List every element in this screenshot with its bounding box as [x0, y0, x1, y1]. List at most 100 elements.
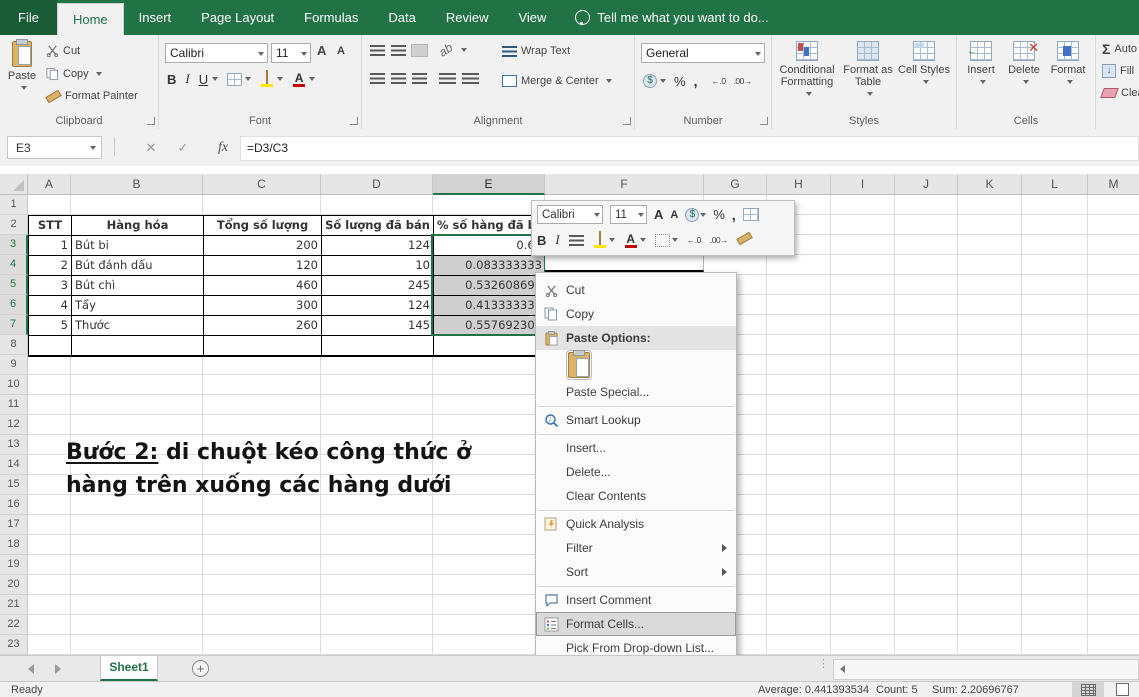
table-header-so-luong-da-ban[interactable]: Số lượng đã bán — [322, 216, 434, 236]
table-cell[interactable]: 2 — [29, 256, 72, 276]
table-cell[interactable]: 0.083333333 — [434, 256, 546, 276]
table-cell[interactable]: 145 — [322, 316, 434, 336]
underline-button[interactable]: U — [199, 72, 208, 87]
mini-fill-color-button[interactable] — [593, 232, 607, 248]
table-cell[interactable]: 0.557692308 — [434, 316, 546, 336]
tab-page-layout[interactable]: Page Layout — [186, 0, 289, 35]
number-dialog-launcher[interactable] — [760, 117, 768, 125]
table-cell[interactable]: 300 — [204, 296, 322, 316]
row-header-11[interactable]: 11 — [0, 395, 28, 415]
row-header-22[interactable]: 22 — [0, 615, 28, 635]
table-cell[interactable]: Thước — [72, 316, 204, 336]
cell-styles-button[interactable]: Cell Styles — [898, 39, 950, 111]
page-layout-view-button[interactable] — [1106, 682, 1138, 697]
column-header-e[interactable]: E — [433, 174, 545, 195]
add-sheet-button[interactable]: + — [192, 660, 209, 677]
table-cell[interactable]: 124 — [322, 296, 434, 316]
table-header-percent[interactable]: % số hàng đã bán — [434, 216, 546, 236]
menu-item-smart-lookup[interactable]: i Smart Lookup — [536, 408, 736, 432]
insert-cells-button[interactable]: ← Insert — [961, 39, 1001, 111]
decrease-decimal-button[interactable]: .00→ — [734, 76, 752, 86]
paste-button[interactable]: Paste — [2, 39, 42, 111]
menu-item-insert-comment[interactable]: Insert Comment — [536, 588, 736, 612]
column-header-m[interactable]: M — [1088, 174, 1139, 195]
wrap-text-button[interactable]: Wrap Text — [502, 45, 570, 57]
mini-font-size-combo[interactable]: 11 — [610, 205, 647, 224]
delete-cells-button[interactable]: ✕ Delete — [1003, 39, 1045, 111]
number-format-combo[interactable]: General — [641, 43, 765, 63]
row-header-20[interactable]: 20 — [0, 575, 28, 595]
table-header-tong-so-luong[interactable]: Tổng số lượng — [204, 216, 322, 236]
tab-insert[interactable]: Insert — [124, 0, 187, 35]
column-header-k[interactable]: K — [958, 174, 1022, 195]
paste-option-keep-formatting[interactable] — [536, 350, 736, 380]
normal-view-button[interactable] — [1072, 682, 1104, 697]
enter-button[interactable]: ✓ — [170, 136, 196, 159]
row-header-21[interactable]: 21 — [0, 595, 28, 615]
table-cell[interactable]: 124 — [322, 236, 434, 256]
align-bottom-button[interactable] — [412, 45, 427, 56]
row-header-13[interactable]: 13 — [0, 435, 28, 455]
format-cells-ribbon-button[interactable]: Format — [1047, 39, 1089, 111]
column-header-h[interactable]: H — [767, 174, 831, 195]
tab-file[interactable]: File — [0, 0, 57, 35]
next-sheet-arrow-icon[interactable] — [55, 664, 61, 674]
font-color-button[interactable]: A — [292, 71, 306, 87]
fill-button[interactable]: ↓ Fill — [1102, 64, 1139, 78]
borders-button[interactable] — [227, 73, 242, 86]
copy-button[interactable]: Copy — [46, 67, 102, 81]
formula-input[interactable]: =D3/C3 — [240, 136, 1139, 161]
menu-item-insert[interactable]: Insert... — [536, 436, 736, 460]
table-cell[interactable]: 1 — [29, 236, 72, 256]
table-header-hang-hoa[interactable]: Hàng hóa — [72, 216, 204, 236]
column-header-a[interactable]: A — [28, 174, 71, 195]
increase-font-button[interactable]: A — [317, 43, 326, 58]
mini-merge-button[interactable] — [743, 208, 759, 221]
row-header-18[interactable]: 18 — [0, 535, 28, 555]
table-header-stt[interactable]: STT — [29, 216, 72, 236]
fill-color-button[interactable] — [260, 71, 274, 87]
table-cell[interactable]: 10 — [322, 256, 434, 276]
menu-item-quick-analysis[interactable]: Quick Analysis — [536, 512, 736, 536]
table-cell[interactable]: 4 — [29, 296, 72, 316]
menu-item-cut[interactable]: Cut — [536, 278, 736, 302]
mini-increase-decimal-button[interactable]: ←.0 — [687, 235, 701, 245]
merge-center-button[interactable]: Merge & Center — [502, 75, 612, 87]
menu-item-format-cells[interactable]: Format Cells... — [536, 612, 736, 636]
percent-style-button[interactable]: % — [674, 74, 686, 89]
mini-decrease-decimal-button[interactable]: .00→ — [710, 235, 728, 245]
table-cell[interactable]: 260 — [204, 316, 322, 336]
mini-percent-button[interactable]: % — [713, 207, 725, 222]
column-header-b[interactable]: B — [71, 174, 203, 195]
row-header-6[interactable]: 6 — [0, 295, 28, 315]
font-size-combo[interactable]: 11 — [271, 43, 311, 63]
tab-splitter-dots[interactable]: ⋮ — [818, 662, 822, 676]
horizontal-scrollbar[interactable] — [833, 659, 1139, 680]
column-header-c[interactable]: C — [203, 174, 321, 195]
clipboard-dialog-launcher[interactable] — [147, 117, 155, 125]
row-header-2[interactable]: 2 — [0, 215, 28, 235]
mini-accounting-button[interactable]: $ — [685, 208, 699, 222]
mini-align-button[interactable] — [569, 235, 584, 246]
mini-decrease-font-button[interactable]: A — [670, 209, 678, 221]
sheet-tab-sheet1[interactable]: Sheet1 — [100, 656, 158, 681]
font-dialog-launcher[interactable] — [350, 117, 358, 125]
mini-italic-button[interactable]: I — [555, 232, 559, 248]
table-cell[interactable]: 460 — [204, 276, 322, 296]
align-center-button[interactable] — [391, 73, 406, 84]
table-cell[interactable]: Bút đánh dấu — [72, 256, 204, 276]
cut-button[interactable]: Cut — [46, 44, 80, 57]
menu-item-paste-special[interactable]: Paste Special... — [536, 380, 736, 404]
table-cell-empty[interactable] — [204, 336, 322, 356]
name-box[interactable]: E3 — [7, 136, 102, 159]
row-header-5[interactable]: 5 — [0, 275, 28, 295]
menu-item-clear-contents[interactable]: Clear Contents — [536, 484, 736, 508]
tab-formulas[interactable]: Formulas — [289, 0, 373, 35]
row-header-17[interactable]: 17 — [0, 515, 28, 535]
italic-button[interactable]: I — [185, 71, 189, 87]
table-cell[interactable]: Bút chì — [72, 276, 204, 296]
decrease-font-button[interactable]: A — [337, 45, 345, 57]
align-left-button[interactable] — [370, 73, 385, 84]
table-cell[interactable]: 0.413333333 — [434, 296, 546, 316]
table-cell[interactable]: 120 — [204, 256, 322, 276]
